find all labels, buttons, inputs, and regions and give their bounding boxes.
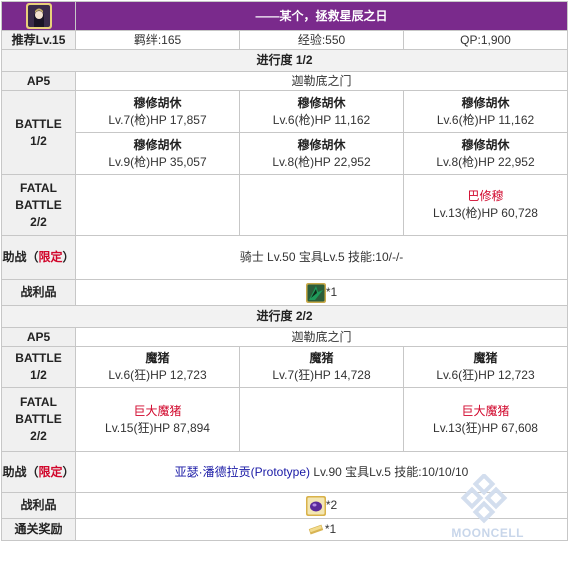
enemy-stat: Lv.6(枪)HP 11,162 (436, 112, 535, 127)
drops-label-1: 战利品 (1, 279, 76, 306)
lancer-piece-icon[interactable] (305, 282, 326, 303)
enemy-cell: 魔猪 Lv.6(狂)HP 12,723 (75, 346, 240, 388)
enemy-name: 穆修胡休 (297, 137, 346, 152)
quest-table: ——某个，拯救星辰之日 推荐Lv.15 羁绊:165 经验:550 QP:1,9… (0, 1, 568, 541)
enemy-name: 魔猪 (145, 351, 170, 365)
location-2: 迦勒底之门 (74, 327, 568, 347)
enemy-cell: 穆修胡休 Lv.6(枪)HP 11,162 (239, 90, 404, 133)
location-1: 迦勒底之门 (74, 71, 568, 91)
boss-name: 巨大魔猪 (461, 403, 510, 418)
enemy-name: 穆修胡休 (133, 137, 182, 152)
bond-value: 羁绊:165 (75, 30, 240, 50)
enemy-name: 穆修胡休 (133, 95, 182, 110)
boss-stat: Lv.15(狂)HP 87,894 (105, 420, 210, 435)
quest-icon-cell (1, 1, 76, 31)
enemy-name: 穆修胡休 (461, 137, 510, 152)
support-servant-2: 亚瑟·潘德拉贡(Prototype) Lv.90 宝具Lv.5 技能:10/10… (74, 451, 568, 493)
recommended-level-label: 推荐Lv.15 (1, 30, 76, 50)
support-label-2: 助战（限定） (1, 451, 76, 493)
enemy-stat: Lv.6(狂)HP 12,723 (108, 368, 207, 382)
drops-1: *1 (74, 279, 568, 306)
support-servant-1: 骑士 Lv.50 宝具Lv.5 技能:10/-/- (74, 235, 568, 280)
clear-reward: *1 (74, 518, 568, 541)
enemy-cell: 魔猪 Lv.6(狂)HP 12,723 (402, 346, 568, 388)
servant-portrait-icon (26, 3, 52, 29)
golden-ticket-icon[interactable] (307, 521, 325, 539)
enemy-stat: Lv.8(枪)HP 22,952 (436, 154, 535, 169)
enemy-stat: Lv.8(枪)HP 22,952 (272, 154, 371, 169)
boss-name: 巴修穆 (467, 189, 504, 203)
enemy-stat: Lv.9(枪)HP 35,057 (108, 154, 207, 169)
drop-count: *1 (325, 284, 338, 299)
purple-gem-icon[interactable] (305, 495, 326, 516)
enemy-cell: 穆修胡休 Lv.6(枪)HP 11,162 (402, 90, 568, 133)
drops-2: *2 (74, 492, 568, 519)
ap-label-1: AP5 (1, 71, 76, 91)
support-label-1: 助战（限定） (1, 235, 76, 280)
support-servant-name[interactable]: 亚瑟·潘德拉贡(Prototype) (175, 465, 310, 479)
enemy-stat: Lv.6(枪)HP 11,162 (272, 112, 371, 127)
boss-name: 巨大魔猪 (133, 403, 182, 418)
enemy-name: 魔猪 (309, 351, 334, 365)
enemy-cell: 穆修胡休 Lv.8(枪)HP 22,952 (239, 132, 404, 175)
enemy-cell: 穆修胡休 Lv.9(枪)HP 35,057 (75, 132, 240, 175)
exp-value: 经验:550 (239, 30, 404, 50)
enemy-cell: 穆修胡休 Lv.7(枪)HP 17,857 (75, 90, 240, 133)
enemy-name: 穆修胡休 (461, 95, 510, 110)
drop-count: *2 (325, 497, 338, 512)
enemy-stat: Lv.7(枪)HP 17,857 (108, 112, 207, 127)
enemy-cell: 魔猪 Lv.7(狂)HP 14,728 (239, 346, 404, 388)
enemy-cell: 穆修胡休 Lv.8(枪)HP 22,952 (402, 132, 568, 175)
enemy-stat: Lv.7(狂)HP 14,728 (272, 368, 371, 382)
enemy-name: 穆修胡休 (297, 95, 346, 110)
boss-cell: 巨大魔猪 Lv.13(狂)HP 67,608 (402, 387, 568, 452)
progress-header-1: 进行度 1/2 (0, 49, 568, 72)
boss-cell: 巴修穆 Lv.13(枪)HP 60,728 (402, 174, 568, 236)
drops-label-2: 战利品 (1, 492, 76, 519)
support-servant-detail: Lv.90 宝具Lv.5 技能:10/10/10 (310, 464, 469, 479)
reward-count: *1 (324, 521, 337, 536)
fatal-battle-label-1: FATAL BATTLE 2/2 (1, 174, 76, 236)
boss-stat: Lv.13(狂)HP 67,608 (433, 420, 538, 435)
clear-reward-label: 通关奖励 (1, 518, 76, 541)
qp-value: QP:1,900 (402, 30, 568, 50)
enemy-name: 魔猪 (473, 351, 498, 365)
battle-label-2-1: BATTLE 1/2 (1, 346, 76, 388)
enemy-stat: Lv.6(狂)HP 12,723 (436, 368, 535, 382)
enemy-cell-empty (75, 174, 240, 236)
progress-header-2: 进行度 2/2 (0, 305, 568, 328)
battle-label-1-1: BATTLE 1/2 (1, 90, 76, 175)
enemy-cell-empty (239, 174, 404, 236)
ap-label-2: AP5 (1, 327, 76, 347)
boss-stat: Lv.13(枪)HP 60,728 (433, 206, 538, 220)
enemy-cell-empty (239, 387, 404, 452)
boss-cell: 巨大魔猪 Lv.15(狂)HP 87,894 (75, 387, 240, 452)
quest-title: ——某个，拯救星辰之日 (74, 1, 568, 31)
fatal-battle-label-2: FATAL BATTLE 2/2 (1, 387, 76, 452)
